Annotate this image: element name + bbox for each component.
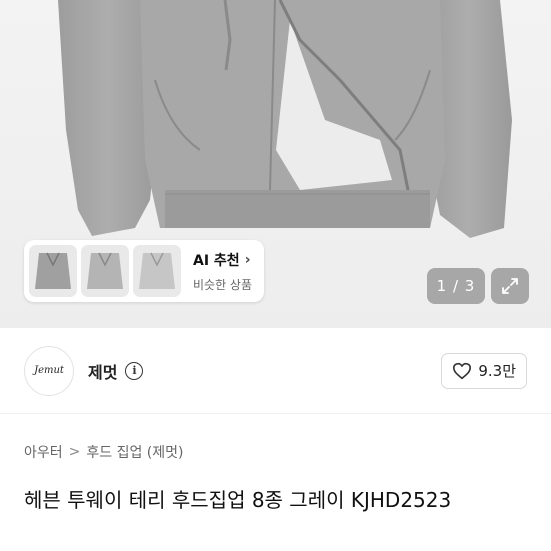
similar-product-thumb-3 xyxy=(133,245,181,297)
shop-row: Jemut 제멋 i 9.3만 xyxy=(0,328,551,414)
like-count: 9.3만 xyxy=(478,362,516,380)
breadcrumb-separator: > xyxy=(68,444,81,460)
expand-button[interactable] xyxy=(491,268,529,304)
shop-logo-text: Jemut xyxy=(34,365,64,376)
breadcrumb-item-outer[interactable]: 아우터 xyxy=(24,442,63,462)
similar-product-thumb-1 xyxy=(29,245,77,297)
like-button[interactable]: 9.3만 xyxy=(441,352,527,389)
expand-icon xyxy=(502,278,518,294)
ai-recommend-card[interactable]: AI 추천 › 비슷한 상품 xyxy=(24,240,264,302)
product-title: 헤븐 투웨이 테리 후드집업 8종 그레이 KJHD2523 xyxy=(24,488,452,512)
similar-product-thumb-2 xyxy=(81,245,129,297)
ai-recommend-subtitle: 비슷한 상품 xyxy=(193,277,253,292)
chevron-right-icon: › xyxy=(244,251,251,268)
heart-icon xyxy=(453,362,472,379)
product-image-gallery[interactable]: AI 추천 › 비슷한 상품 1 / 3 xyxy=(0,0,551,328)
shop-logo[interactable]: Jemut xyxy=(24,345,74,396)
breadcrumb-item-hood-zipup[interactable]: 후드 집업 (제멋) xyxy=(86,442,183,462)
ai-recommend-title: AI 추천 xyxy=(193,252,240,269)
breadcrumb: 아우터 > 후드 집업 (제멋) xyxy=(24,442,183,462)
info-icon[interactable]: i xyxy=(125,361,144,380)
shop-name[interactable]: 제멋 xyxy=(88,359,117,383)
image-pager: 1 / 3 xyxy=(427,268,485,304)
